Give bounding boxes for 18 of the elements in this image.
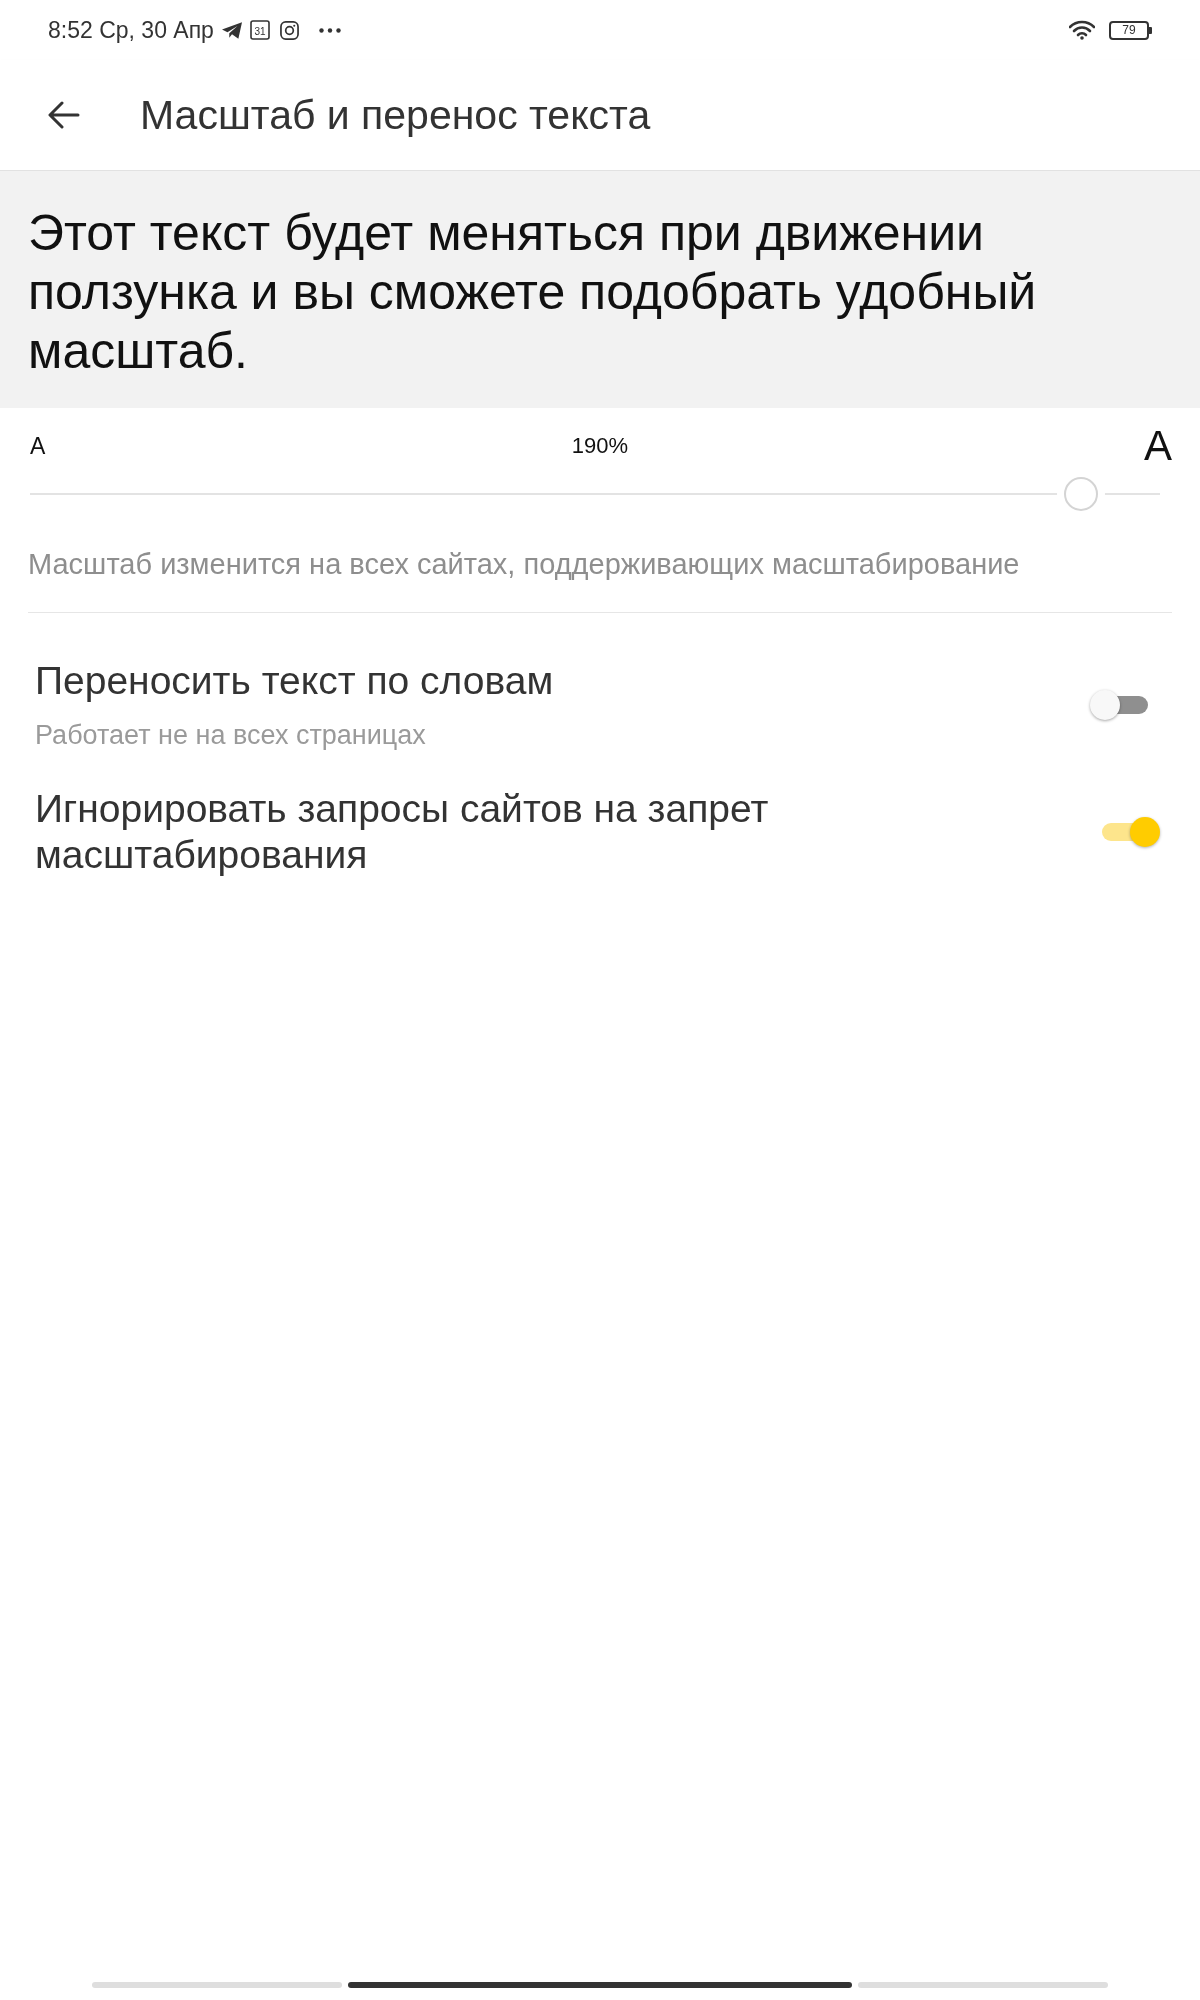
arrow-left-icon (48, 101, 80, 129)
more-dots-icon (318, 27, 341, 33)
setting-title: Переносить текст по словам (35, 658, 554, 704)
page-title: Масштаб и перенос текста (140, 94, 651, 136)
paper-plane-icon (221, 21, 242, 39)
back-button[interactable] (48, 101, 80, 129)
camera-outline-icon (279, 20, 299, 40)
setting-title: Игнорировать запросы сайтов на запрет масштабирования (35, 786, 770, 878)
status-time: 8:52 Ср, 30 Апр (48, 18, 214, 42)
small-font-label: A (29, 434, 46, 458)
scale-hint: Масштаб изменится на всех сайтах, поддерживающих масштабирование (28, 547, 1021, 582)
preview-text: Этот текст будет меняться при движении ползунка и вы сможете подобрать удобный масштаб. (28, 204, 1038, 381)
setting-subtitle: Работает не на всех страницах (35, 719, 426, 752)
large-font-label: A (1144, 425, 1172, 467)
battery-indicator: 79 (1109, 20, 1152, 40)
wifi-icon (1069, 20, 1095, 40)
scale-value: 190% (571, 435, 629, 457)
calendar-icon: 31 (249, 20, 270, 40)
